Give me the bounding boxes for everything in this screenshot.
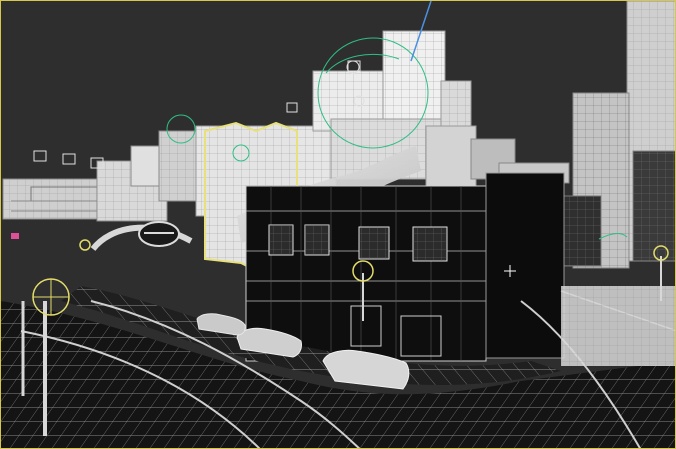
dark-front-building[interactable] (245, 172, 565, 362)
3d-viewport[interactable] (0, 0, 676, 449)
viewport-canvas[interactable] (1, 1, 676, 449)
object-marker (11, 233, 19, 239)
